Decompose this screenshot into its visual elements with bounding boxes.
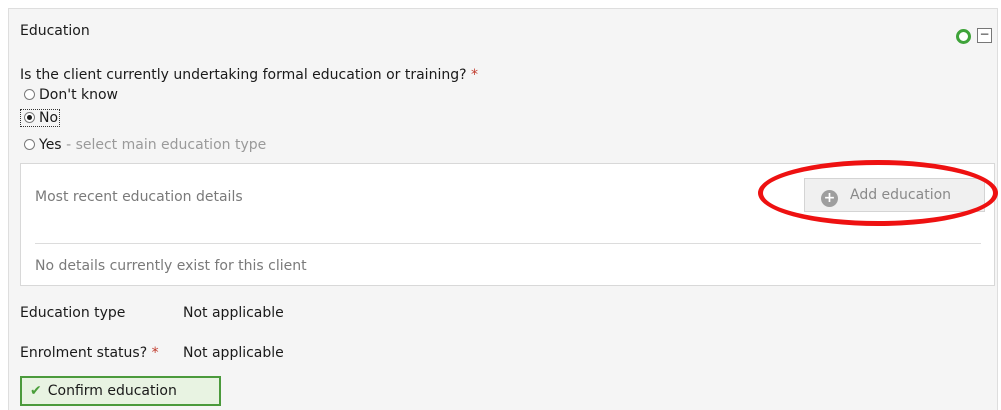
enrolment-status-value: Not applicable xyxy=(183,345,284,361)
enrolment-status-label: Enrolment status? * xyxy=(20,345,159,361)
option-label: Yes xyxy=(39,137,62,153)
required-marker: * xyxy=(470,67,478,83)
radio-dont-know[interactable] xyxy=(24,89,35,100)
question-label: Is the client currently undertaking form… xyxy=(20,67,478,83)
minus-icon: − xyxy=(979,27,990,41)
status-circle-icon xyxy=(956,29,971,44)
section-title: Education xyxy=(20,23,90,39)
option-no[interactable]: No xyxy=(20,109,61,127)
focus-outline: No xyxy=(20,109,61,127)
question-text: Is the client currently undertaking form… xyxy=(20,67,467,83)
enrolment-label-text: Enrolment status? xyxy=(20,345,148,361)
add-education-button[interactable]: + Add education xyxy=(804,178,985,212)
divider xyxy=(35,243,981,244)
confirm-education-label: Confirm education xyxy=(47,383,177,399)
option-yes[interactable]: Yes - select main education type xyxy=(20,136,266,154)
radio-no[interactable] xyxy=(24,112,35,123)
add-education-label: Add education xyxy=(850,187,952,203)
empty-state-text: No details currently exist for this clie… xyxy=(35,258,307,274)
education-panel: Education − Is the client currently unde… xyxy=(8,8,998,410)
option-hint: - select main education type xyxy=(66,137,267,153)
checkmark-icon: ✔ xyxy=(30,383,42,399)
radio-yes[interactable] xyxy=(24,139,35,150)
option-label: No xyxy=(39,110,59,126)
recent-education-label: Most recent education details xyxy=(35,189,243,205)
plus-circle-icon: + xyxy=(821,190,838,207)
required-marker: * xyxy=(151,345,159,361)
recent-education-box: Most recent education details + Add educa… xyxy=(20,163,995,286)
collapse-button[interactable]: − xyxy=(977,28,992,43)
education-type-value: Not applicable xyxy=(183,305,284,321)
option-label: Don't know xyxy=(39,87,119,103)
confirm-education-button[interactable]: ✔ Confirm education xyxy=(20,376,221,406)
option-dont-know[interactable]: Don't know xyxy=(20,86,118,104)
education-type-label: Education type xyxy=(20,305,126,321)
